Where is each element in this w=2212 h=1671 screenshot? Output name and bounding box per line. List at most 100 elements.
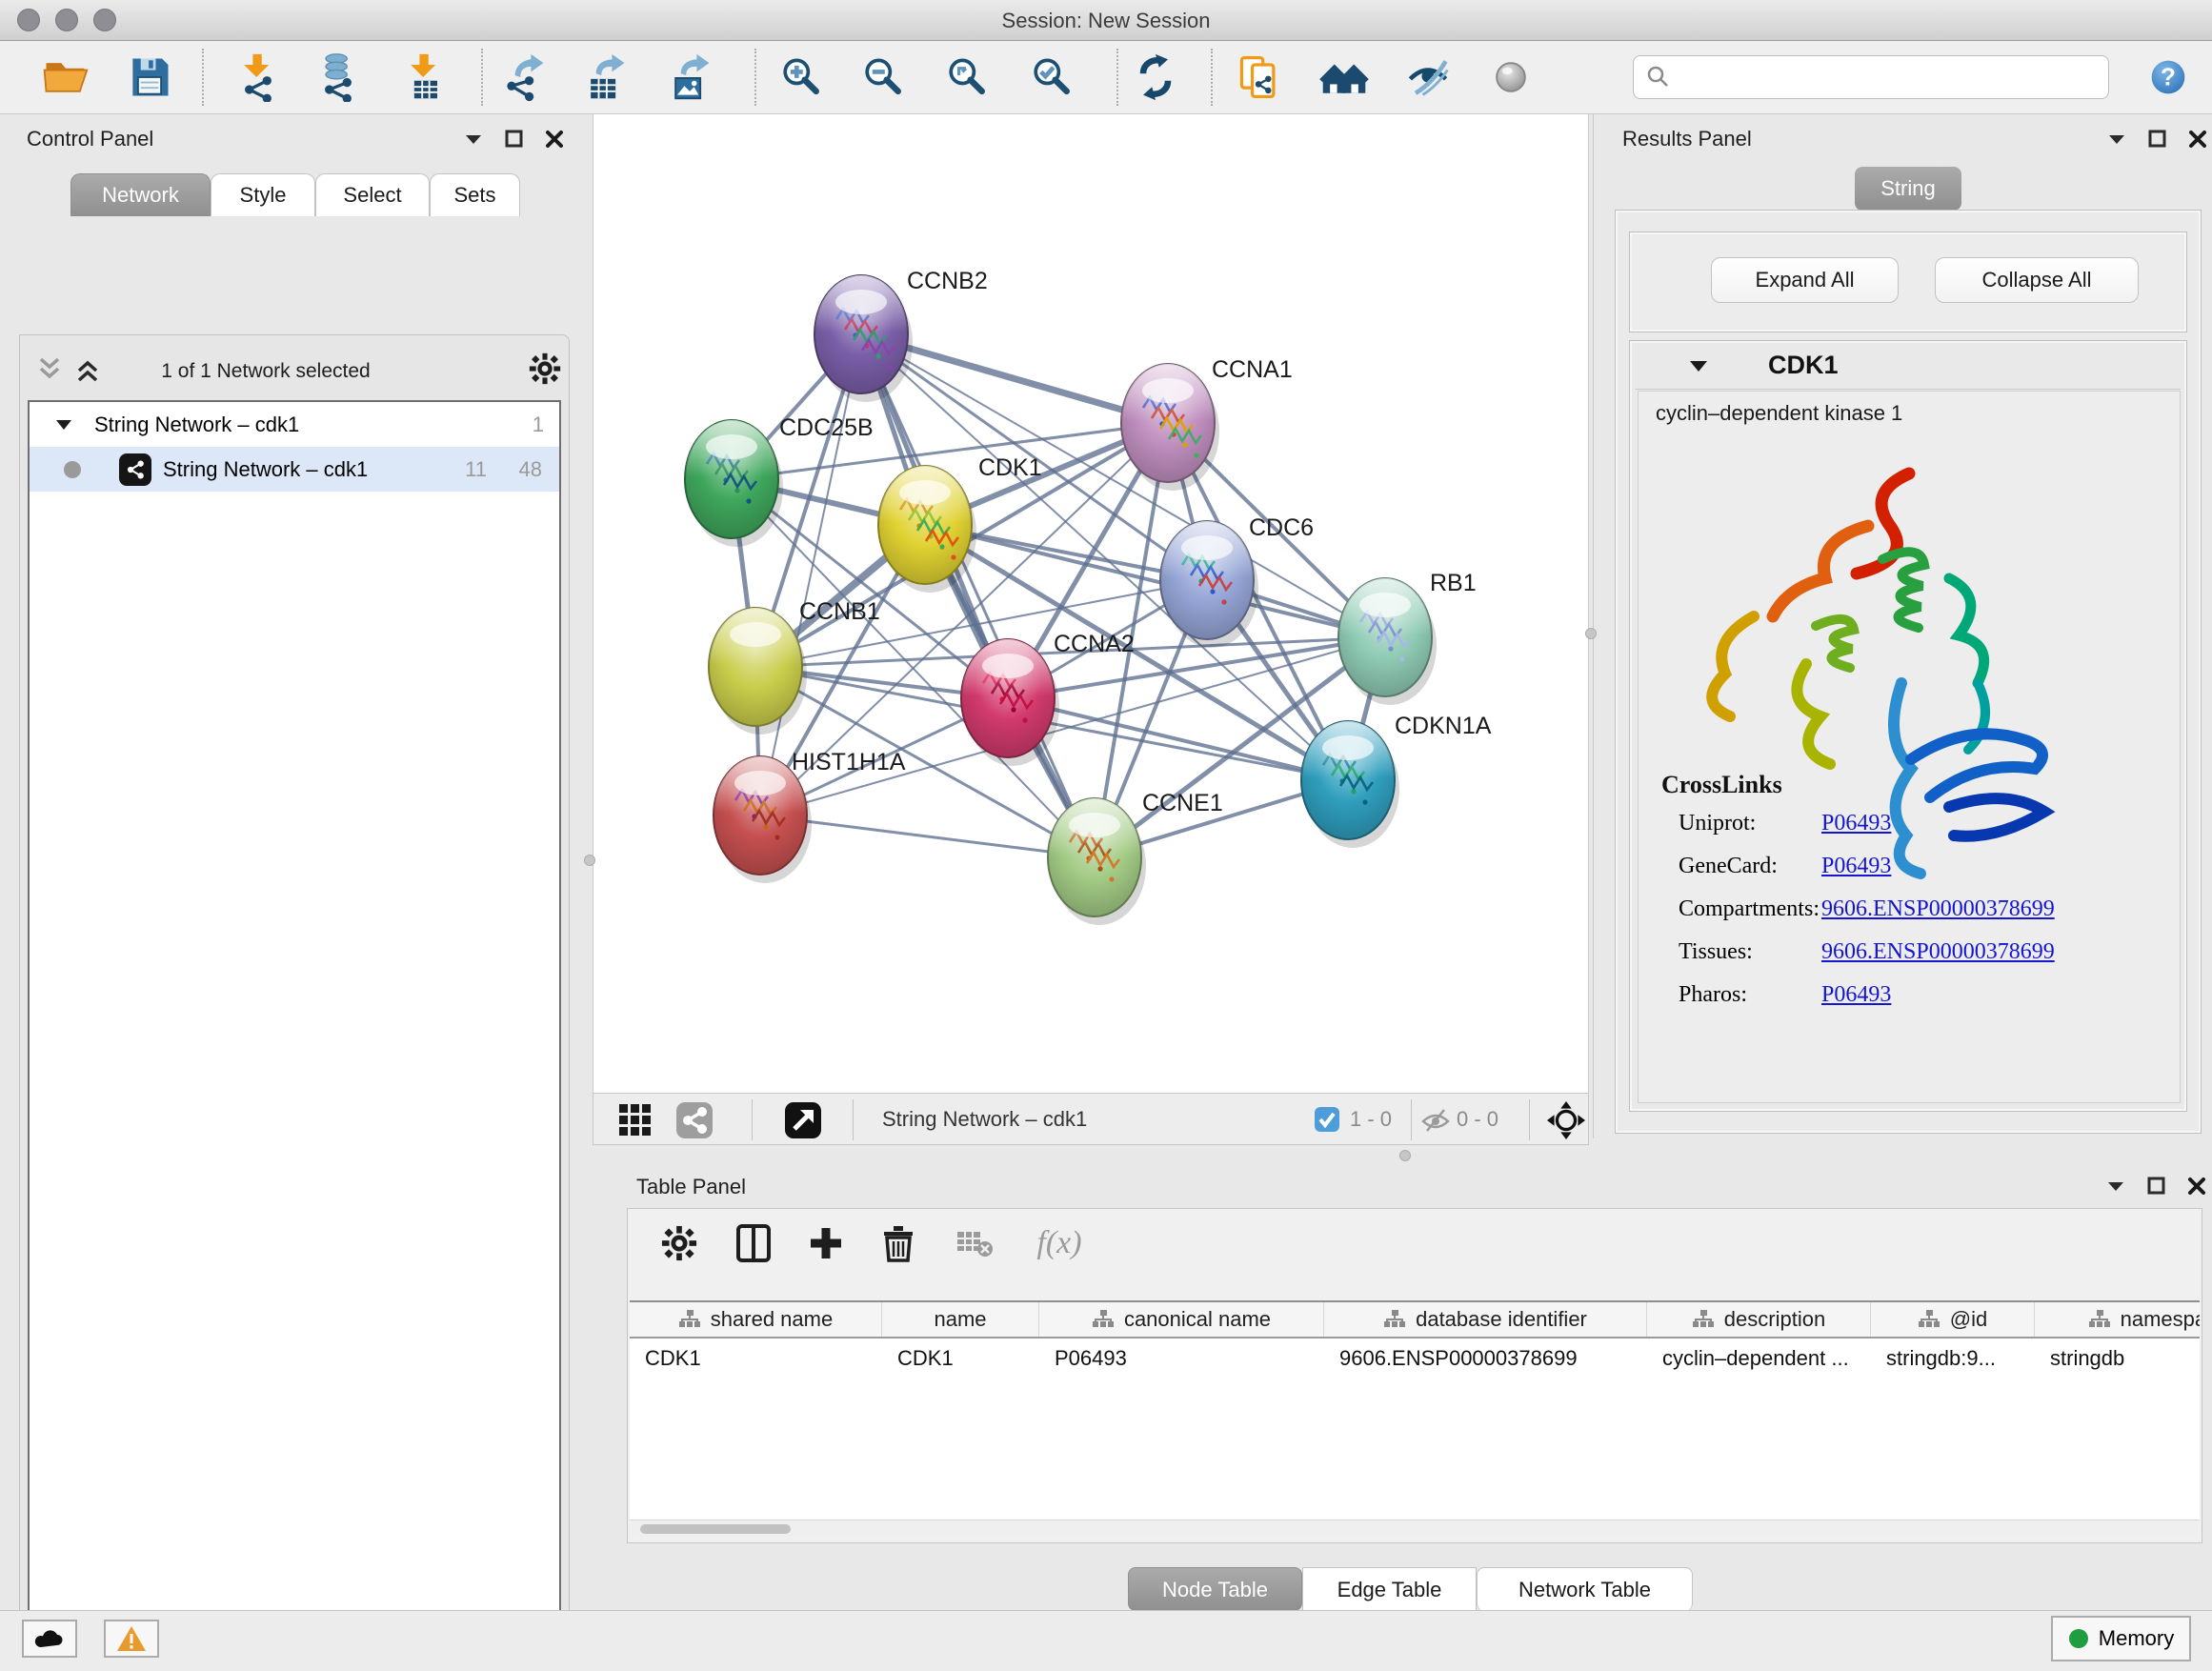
node-CCNE1[interactable]: CCNE1 [1048, 790, 1223, 925]
node-CCNA1[interactable]: CCNA1 [1121, 356, 1293, 491]
collection-expand-icon[interactable] [54, 417, 73, 433]
birds-eye-view-icon[interactable] [784, 1101, 822, 1139]
tab-sets[interactable]: Sets [430, 173, 520, 216]
network-canvas[interactable]: CCNB2 CCNA1 CDC25B CDK1 [593, 114, 1589, 1093]
node-CCNB2[interactable]: CCNB2 [814, 268, 988, 402]
selected-checkbox-icon[interactable] [1314, 1106, 1340, 1133]
show-columns-icon[interactable] [731, 1220, 776, 1266]
zoom-selected-icon[interactable] [1024, 50, 1077, 104]
float-panel-icon[interactable] [2147, 1177, 2166, 1196]
refresh-view-icon[interactable] [1129, 50, 1182, 104]
string-home-icon[interactable] [1317, 50, 1371, 104]
horizontal-splitter-handle[interactable] [1399, 1150, 1411, 1161]
node-CDC6[interactable]: CDC6 [1160, 514, 1314, 648]
column-header-name[interactable]: name [882, 1302, 1039, 1337]
crosslink-pharos-link[interactable]: P06493 [1821, 982, 1891, 1007]
horizontal-scrollbar[interactable] [630, 1520, 2200, 1537]
warnings-button[interactable] [104, 1620, 159, 1658]
expand-all-button[interactable]: Expand All [1711, 257, 1899, 303]
footer-separator [752, 1099, 753, 1140]
crosslink-uniprot-link[interactable]: P06493 [1821, 811, 1891, 836]
export-table-icon[interactable] [578, 50, 632, 104]
edge-CCNB2-HIST1H1A[interactable] [760, 334, 861, 815]
node-CCNA2[interactable]: CCNA2 [961, 631, 1135, 766]
import-network-database-icon[interactable] [312, 50, 365, 104]
fit-selected-crosshair-icon[interactable] [1546, 1100, 1586, 1140]
tab-edge-table[interactable]: Edge Table [1302, 1567, 1477, 1611]
left-splitter-handle[interactable] [584, 855, 595, 866]
open-file-icon[interactable] [38, 50, 91, 104]
zoom-out-icon[interactable] [855, 50, 909, 104]
crosslink-tissues-link[interactable]: 9606.ENSP00000378699 [1821, 939, 2055, 964]
right-splitter-handle[interactable] [1585, 628, 1597, 639]
hide-selected-eye-icon[interactable] [1401, 50, 1455, 104]
node-table[interactable]: shared name name canonical name database… [630, 1300, 2200, 1520]
edge-CCNB2-CCNE1[interactable] [861, 334, 1095, 857]
network-collection-row[interactable]: String Network – cdk1 1 [30, 402, 559, 447]
column-header-database-identifier[interactable]: database identifier [1324, 1302, 1647, 1337]
collapse-panel-icon[interactable] [2106, 131, 2127, 148]
zoom-in-icon[interactable] [774, 50, 827, 104]
highlight-neighbors-icon[interactable] [1484, 50, 1538, 104]
export-image-icon[interactable] [663, 50, 716, 104]
close-panel-icon[interactable] [2188, 130, 2207, 149]
cell-name[interactable]: CDK1 [882, 1339, 1039, 1379]
table-row[interactable]: CDK1 CDK1 P06493 9606.ENSP00000378699 cy… [630, 1339, 2200, 1379]
crosslink-label: Pharos: [1679, 982, 1747, 1007]
search-field[interactable] [1633, 55, 2109, 99]
network-style-icon[interactable] [675, 1101, 714, 1139]
float-panel-icon[interactable] [505, 130, 524, 149]
cell-database-identifier[interactable]: 9606.ENSP00000378699 [1324, 1339, 1647, 1379]
column-header-canonical-name[interactable]: canonical name [1039, 1302, 1324, 1337]
column-header-namespace[interactable]: namespace [2035, 1302, 2200, 1337]
node-CDKN1A[interactable]: CDKN1A [1301, 713, 1492, 848]
float-panel-icon[interactable] [2148, 130, 2167, 149]
node-CDK1[interactable]: CDK1 [878, 454, 1042, 593]
search-input[interactable] [1672, 58, 2108, 96]
network-options-gear-icon[interactable] [529, 352, 561, 385]
scrollbar-thumb[interactable] [640, 1524, 791, 1534]
close-panel-icon[interactable] [545, 130, 564, 149]
collapse-panel-icon[interactable] [463, 131, 484, 148]
crosslink-genecard-link[interactable]: P06493 [1821, 854, 1891, 878]
network-row-selected[interactable]: String Network – cdk1 11 48 [30, 447, 559, 492]
tab-select[interactable]: Select [315, 173, 430, 216]
zoom-fit-content-icon[interactable] [939, 50, 993, 104]
tab-style[interactable]: Style [211, 173, 315, 216]
column-header-description[interactable]: description [1647, 1302, 1871, 1337]
crosslink-compartments-link[interactable]: 9606.ENSP00000378699 [1821, 896, 2055, 921]
collapse-entry-icon[interactable] [1687, 356, 1710, 375]
column-header-shared-name[interactable]: shared name [630, 1302, 882, 1337]
node-CDC25B[interactable]: CDC25B [685, 414, 874, 547]
tab-network-table[interactable]: Network Table [1477, 1567, 1693, 1611]
save-session-icon[interactable] [123, 50, 176, 104]
node-label-CDC6: CDC6 [1249, 514, 1314, 541]
memory-button[interactable]: Memory [2051, 1616, 2191, 1661]
import-network-file-icon[interactable] [231, 50, 285, 104]
cell-namespace[interactable]: stringdb [2035, 1339, 2200, 1379]
delete-column-trash-icon[interactable] [875, 1220, 921, 1266]
cloud-status-button[interactable] [22, 1620, 77, 1658]
cell-id[interactable]: stringdb:9... [1871, 1339, 2035, 1379]
collapse-all-button[interactable]: Collapse All [1935, 257, 2139, 303]
column-header-id[interactable]: @id [1871, 1302, 2035, 1337]
tab-node-table[interactable]: Node Table [1128, 1567, 1302, 1611]
network-graph[interactable]: CCNB2 CCNA1 CDC25B CDK1 [593, 114, 1590, 1093]
tab-string[interactable]: String [1855, 167, 1961, 211]
node-HIST1H1A[interactable]: HIST1H1A [714, 749, 906, 883]
import-table-file-icon[interactable] [398, 50, 452, 104]
help-icon[interactable]: ? [2142, 50, 2195, 104]
cell-description[interactable]: cyclin–dependent ... [1647, 1339, 1871, 1379]
node-CCNB1[interactable]: CCNB1 [709, 598, 880, 735]
export-network-icon[interactable] [497, 50, 551, 104]
add-column-icon[interactable] [803, 1220, 849, 1266]
table-settings-gear-icon[interactable] [656, 1220, 702, 1266]
close-panel-icon[interactable] [2187, 1177, 2206, 1196]
node-RB1[interactable]: RB1 [1338, 570, 1477, 705]
grid-view-icon[interactable] [618, 1103, 653, 1137]
clone-network-icon[interactable] [1233, 50, 1286, 104]
cell-canonical-name[interactable]: P06493 [1039, 1339, 1324, 1379]
cell-shared-name[interactable]: CDK1 [630, 1339, 882, 1379]
tab-network[interactable]: Network [70, 173, 211, 216]
collapse-panel-icon[interactable] [2105, 1178, 2126, 1195]
